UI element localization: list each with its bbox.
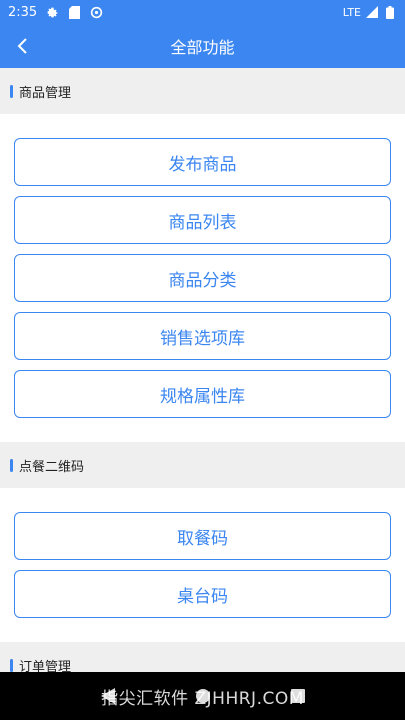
nav-recents-button[interactable] [284,682,312,710]
nav-home-button[interactable] [189,682,217,710]
back-button[interactable] [8,32,36,60]
status-time: 2:35 [8,4,38,20]
section-header-order: 订单管理 [0,642,405,672]
page-title: 全部功能 [170,38,235,57]
chevron-left-icon [17,38,27,54]
section-indicator [10,84,13,98]
battery-icon [383,5,397,19]
app-bar: 全部功能 [0,24,405,68]
sales-option-library-button[interactable]: 销售选项库 [14,312,391,360]
nav-back-button[interactable] [94,682,122,710]
circle-home-icon [195,689,210,703]
section-header-qrcode: 点餐二维码 [0,442,405,488]
product-function-group: 发布商品 商品列表 商品分类 销售选项库 规格属性库 [0,114,405,442]
qrcode-function-group: 取餐码 桌台码 [0,488,405,642]
spec-attribute-library-button[interactable]: 规格属性库 [14,370,391,418]
function-list[interactable]: 商品管理 发布商品 商品列表 商品分类 销售选项库 规格属性库 点餐二维码 取餐… [0,68,405,672]
square-recents-icon [290,689,305,703]
system-nav-bar [0,672,405,720]
triangle-back-icon [100,688,115,704]
table-code-button[interactable]: 桌台码 [14,570,391,618]
section-indicator [10,458,13,472]
section-title: 点餐二维码 [19,459,85,475]
product-list-button[interactable]: 商品列表 [14,196,391,244]
sync-icon [89,5,103,19]
section-title: 订单管理 [19,659,72,673]
section-header-product: 商品管理 [0,68,405,114]
section-title: 商品管理 [19,85,72,101]
product-category-button[interactable]: 商品分类 [14,254,391,302]
gear-icon [45,5,59,19]
section-indicator [10,658,13,672]
publish-product-button[interactable]: 发布商品 [14,138,391,186]
status-bar: 2:35 LTE [0,0,405,24]
sd-card-icon [67,5,81,19]
signal-icon [365,5,379,19]
network-type: LTE [342,5,361,19]
pickup-code-button[interactable]: 取餐码 [14,512,391,560]
